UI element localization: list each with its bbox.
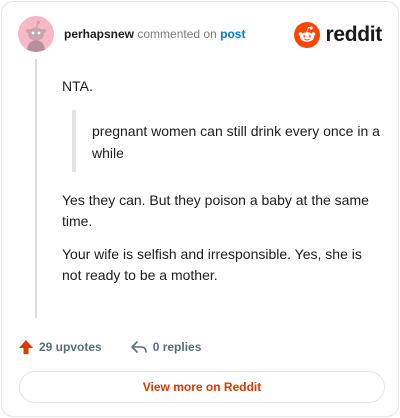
quoted-text: pregnant women can still drink every onc… [72, 110, 380, 172]
upvote-button[interactable]: 29 upvotes [18, 339, 102, 355]
reddit-brand[interactable]: reddit [294, 22, 382, 48]
comment-actions: 29 upvotes 0 replies [18, 337, 229, 357]
post-link[interactable]: post [220, 27, 245, 41]
view-more-button[interactable]: View more on Reddit [19, 371, 385, 403]
reddit-logo-icon [294, 22, 321, 48]
embedded-comment-card: perhapsnew commented on post reddit NTA.… [1, 1, 399, 417]
upvote-count: 29 upvotes [39, 340, 102, 354]
comment-intro: NTA. [62, 78, 93, 94]
comment-paragraph: Yes they can. But they poison a baby at … [62, 192, 369, 229]
upvote-arrow-icon [19, 340, 33, 354]
comment-meta: perhapsnew commented on post [64, 27, 245, 41]
commented-on-text: commented on [137, 27, 217, 41]
username-link[interactable]: perhapsnew [64, 27, 134, 41]
snoo-avatar-icon [18, 16, 54, 52]
comment-header: perhapsnew commented on post reddit [18, 16, 382, 56]
user-avatar[interactable] [18, 16, 54, 52]
reddit-wordmark: reddit [325, 23, 382, 46]
comment-body: NTA. pregnant women can still drink ever… [62, 76, 380, 298]
reply-count: 0 replies [152, 340, 202, 354]
comment-paragraph: Your wife is selfish and irresponsible. … [62, 246, 362, 283]
reply-button[interactable]: 0 replies [130, 339, 202, 355]
reply-arrow-icon [130, 341, 147, 353]
thread-line [35, 59, 37, 318]
